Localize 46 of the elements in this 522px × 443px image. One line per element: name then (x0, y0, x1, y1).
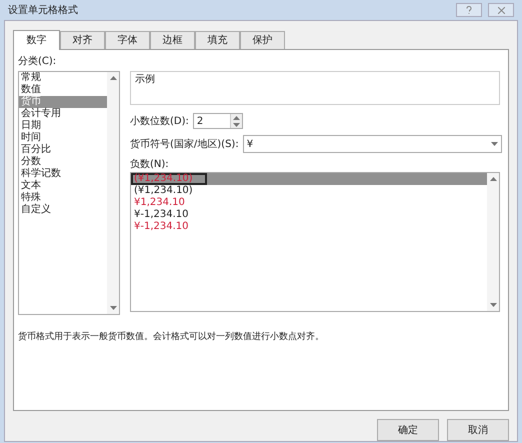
category-label: 分类(C): (18, 54, 58, 69)
category-item[interactable]: 百分比 (19, 144, 107, 156)
scroll-up-icon[interactable] (490, 177, 496, 181)
negative-format-item[interactable]: (¥1,234.10) (131, 185, 487, 197)
scroll-down-icon[interactable] (232, 122, 240, 126)
scroll-down-icon[interactable] (490, 303, 496, 307)
category-item[interactable]: 会计专用 (19, 108, 107, 120)
category-item[interactable]: 科学记数 (19, 168, 107, 180)
spinner-button[interactable] (230, 114, 242, 128)
category-item[interactable]: 自定义 (19, 204, 107, 216)
category-item[interactable]: 数值 (19, 84, 107, 96)
negative-format-item[interactable]: ¥-1,234.10 (131, 221, 487, 233)
category-item[interactable]: 特殊 (19, 192, 107, 204)
tab[interactable]: 数字 (13, 30, 60, 50)
close-icon (498, 6, 504, 14)
scroll-up-icon[interactable] (110, 76, 116, 80)
scroll-down-icon[interactable] (110, 306, 116, 310)
scroll-up-icon[interactable] (232, 116, 240, 120)
category-item[interactable]: 分数 (19, 156, 107, 168)
scroll-down-icon[interactable] (490, 142, 498, 146)
currency-symbol-dropdown[interactable]: ¥ (242, 135, 502, 153)
tab[interactable]: 字体 (105, 31, 150, 49)
sample-label: 示例 (135, 74, 155, 85)
category-item[interactable]: 常规 (19, 72, 107, 84)
window-title: 设置单元格格式 (8, 4, 78, 18)
dialog-button[interactable]: 确定 (377, 419, 439, 441)
description-text: 货币格式用于表示一般货币数值。会计格式可以对一列数值进行小数点对齐。 (18, 331, 325, 344)
category-item[interactable]: 文本 (19, 180, 107, 192)
dialog-button[interactable]: 取消 (447, 419, 509, 441)
tab[interactable]: 保护 (240, 31, 285, 49)
tab[interactable]: 边框 (150, 31, 195, 49)
category-item[interactable]: 时间 (19, 132, 107, 144)
category-item[interactable]: 日期 (19, 120, 107, 132)
currency-symbol-label: 货币符号(国家/地区)(S): (130, 138, 239, 152)
help-icon (466, 6, 472, 14)
tab[interactable]: 对齐 (60, 31, 105, 49)
decimal-places-field[interactable]: 2 (192, 113, 243, 129)
close-button[interactable] (488, 3, 514, 17)
negative-numbers-label: 负数(N): (130, 158, 170, 172)
negative-format-item[interactable]: ¥1,234.10 (131, 197, 487, 209)
decimal-places-label: 小数位数(D): (130, 114, 189, 128)
tab[interactable]: 填充 (195, 31, 240, 49)
help-button[interactable] (456, 3, 482, 17)
negative-numbers-list[interactable]: (¥1,234.10) (¥1,234.10) ¥1,234.10 ¥-1,234.10 ¥-1,234.10 (130, 172, 500, 312)
category-list[interactable]: 常规 数值 货币 会计专用 日期 时间 百分比 分数 科学记数 文本 特殊 自定义 (18, 71, 120, 315)
negative-format-item[interactable]: ¥-1,234.10 (131, 209, 487, 221)
